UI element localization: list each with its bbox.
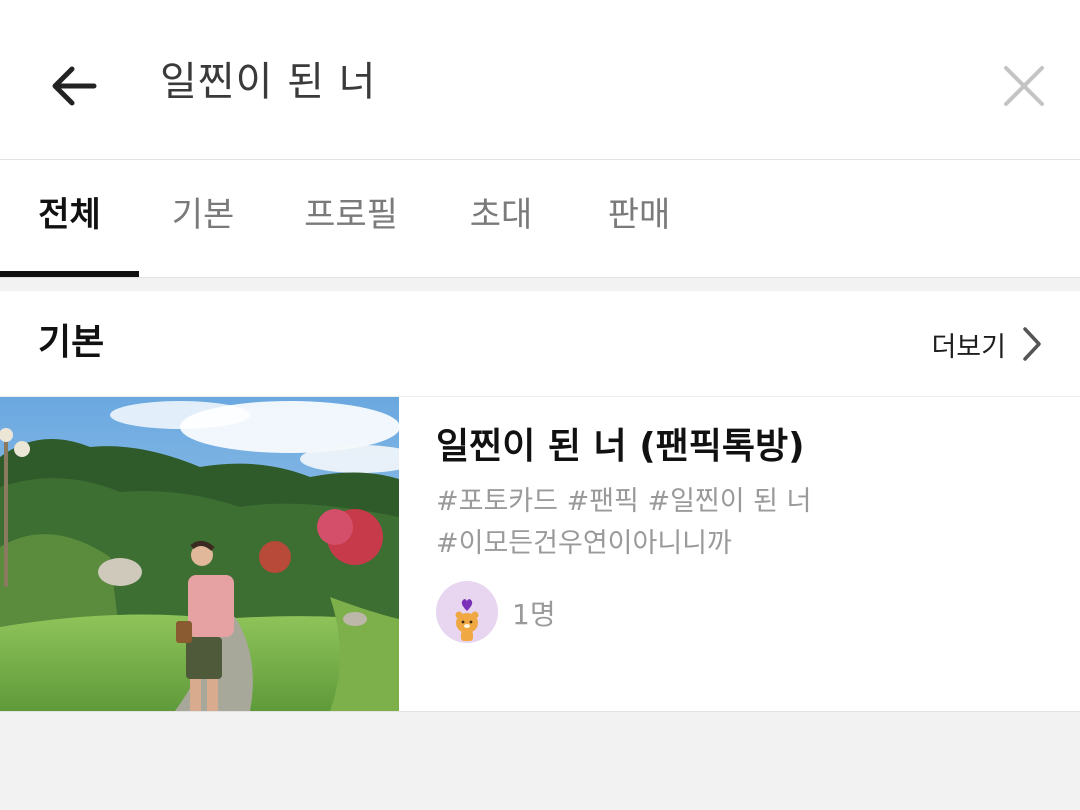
ryan-character-icon: [455, 599, 479, 641]
clear-search-button[interactable]: [996, 58, 1052, 114]
result-thumbnail: [0, 397, 399, 711]
chevron-right-icon: [1023, 327, 1041, 361]
more-button[interactable]: 더보기: [931, 319, 1044, 369]
tab-sale[interactable]: 판매: [584, 160, 694, 277]
tab-profile[interactable]: 프로필: [286, 160, 416, 277]
result-title[interactable]: 일찐이 된 너 (팬픽톡방): [436, 417, 805, 469]
member-count: 1명: [512, 598, 556, 631]
tab-all[interactable]: 전체: [0, 160, 139, 277]
search-input[interactable]: 일찐이 된 너: [160, 52, 376, 112]
tab-basic[interactable]: 기본: [148, 160, 258, 277]
back-button[interactable]: [44, 56, 104, 116]
section-header: 기본 더보기: [0, 291, 1080, 397]
search-header: 일찐이 된 너: [0, 0, 1080, 160]
more-label: 더보기: [931, 331, 1006, 363]
result-tags: #포토카드 #팬픽 #일찐이 된 너 #이모든건우연이아니니까: [436, 481, 811, 565]
section-title: 기본: [38, 322, 105, 363]
category-tabs: 전체 기본 프로필 초대 판매: [0, 160, 1080, 278]
member-avatar: [436, 581, 498, 643]
basic-section: 기본 더보기 일찐이 된 너 (팬픽톡방) #포토카드 #팬픽 #일찐이 된 너…: [0, 291, 1080, 712]
arrow-left-icon: [52, 66, 97, 106]
tags-line-1: #포토카드 #팬픽 #일찐이 된 너: [436, 486, 812, 517]
tags-line-2: #이모든건우연이아니니까: [436, 528, 732, 559]
tab-invite[interactable]: 초대: [446, 160, 556, 277]
close-icon: [1004, 66, 1044, 106]
active-tab-indicator: [0, 271, 139, 277]
